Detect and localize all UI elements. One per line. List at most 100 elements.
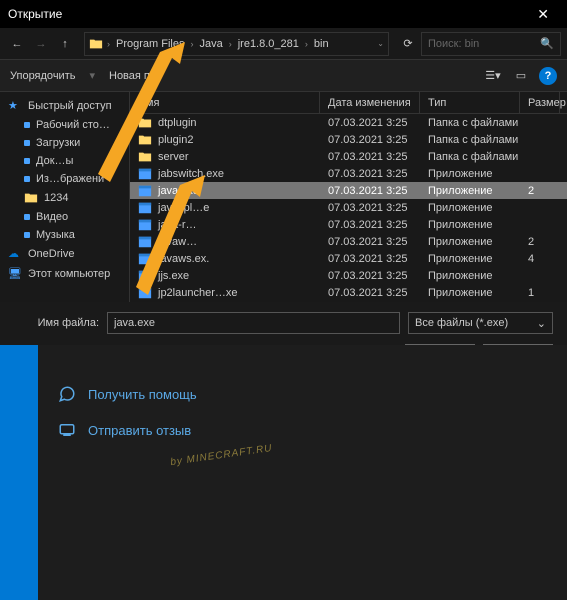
app-icon: [138, 235, 152, 249]
folder-icon: [138, 150, 152, 164]
chevron-right-icon: ›: [190, 39, 193, 49]
organize-menu[interactable]: Упорядочить: [10, 70, 75, 82]
col-name[interactable]: Имя: [130, 92, 320, 113]
file-date: 07.03.2021 3:25: [320, 219, 420, 231]
sidebar-item[interactable]: Музыка: [0, 226, 129, 244]
bullet-icon: [24, 122, 30, 128]
breadcrumb-item[interactable]: Program Files: [114, 38, 186, 50]
file-name: java-r…: [158, 219, 197, 231]
close-icon[interactable]: ✕: [527, 2, 559, 27]
chevron-down-icon[interactable]: ⌄: [377, 39, 384, 48]
filename-label: Имя файла:: [14, 317, 99, 329]
filter-value: Все файлы (*.exe): [415, 317, 508, 329]
sidebar-label: Видео: [36, 211, 68, 223]
back-icon[interactable]: ←: [6, 33, 28, 55]
bullet-icon: [24, 214, 30, 220]
file-name: javacpl…e: [158, 202, 209, 214]
sidebar-item[interactable]: Док…ы: [0, 152, 129, 170]
sidebar-item[interactable]: ★Быстрый доступ: [0, 96, 129, 116]
file-type: Приложение: [420, 287, 520, 299]
file-date: 07.03.2021 3:25: [320, 287, 420, 299]
file-date: 07.03.2021 3:25: [320, 151, 420, 163]
forward-icon[interactable]: →: [30, 33, 52, 55]
sidebar-item[interactable]: Видео: [0, 208, 129, 226]
pc-icon: 🖥: [8, 267, 22, 281]
sidebar-item[interactable]: ☁OneDrive: [0, 244, 129, 264]
chevron-down-icon: ⌄: [537, 317, 546, 330]
start-strip: [0, 345, 38, 600]
sidebar-label: Док…ы: [36, 155, 73, 167]
lower-panel: Получить помощь Отправить отзыв: [0, 345, 567, 600]
lower-main: Получить помощь Отправить отзыв: [38, 345, 567, 600]
file-date: 07.03.2021 3:25: [320, 236, 420, 248]
file-name: javaws.ex.: [158, 253, 209, 265]
sidebar-item[interactable]: Загрузки: [0, 134, 129, 152]
sidebar-item[interactable]: 1234: [0, 188, 129, 208]
sidebar-item[interactable]: Рабочий сто…: [0, 116, 129, 134]
feedback-icon: [58, 421, 76, 439]
chevron-right-icon: ›: [305, 39, 308, 49]
file-row[interactable]: javaw…07.03.2021 3:25Приложение2: [130, 233, 567, 250]
app-icon: [138, 184, 152, 198]
refresh-icon[interactable]: ⟳: [397, 37, 419, 50]
breadcrumb-item[interactable]: jre1.8.0_281: [236, 38, 301, 50]
file-row[interactable]: server07.03.2021 3:25Папка с файлами: [130, 148, 567, 165]
sidebar-label: Из…бражени: [36, 173, 104, 185]
feedback-link[interactable]: Отправить отзыв: [58, 421, 547, 439]
newfolder-button[interactable]: Новая пап: [109, 70, 162, 82]
filename-input[interactable]: [107, 312, 400, 334]
up-icon[interactable]: ↑: [54, 33, 76, 55]
view-preview-icon[interactable]: ▭: [511, 67, 531, 85]
file-date: 07.03.2021 3:25: [320, 202, 420, 214]
titlebar: Открытие ✕: [0, 0, 567, 28]
file-name: javaw…: [158, 236, 197, 248]
file-row[interactable]: jabswitch.exe07.03.2021 3:25Приложение: [130, 165, 567, 182]
folder-icon: [24, 191, 38, 205]
sidebar-item[interactable]: 🖥Этот компьютер: [0, 264, 129, 284]
help-icon[interactable]: ?: [539, 67, 557, 85]
window-title: Открытие: [8, 7, 62, 21]
sidebar-label: Быстрый доступ: [28, 100, 112, 112]
file-date: 07.03.2021 3:25: [320, 270, 420, 282]
folder-icon: [138, 116, 152, 130]
file-date: 07.03.2021 3:25: [320, 134, 420, 146]
file-type: Приложение: [420, 202, 520, 214]
col-date[interactable]: Дата изменения: [320, 92, 420, 113]
breadcrumb-item[interactable]: Java: [197, 38, 224, 50]
breadcrumb-item[interactable]: bin: [312, 38, 331, 50]
app-icon: [138, 286, 152, 300]
sidebar-item[interactable]: Из…бражени: [0, 170, 129, 188]
chevron-down-icon: ▾: [89, 69, 95, 82]
file-row[interactable]: jjs.exe 07.03.2021 3:25Приложение: [130, 267, 567, 284]
search-input[interactable]: Поиск: bin 🔍: [421, 32, 561, 56]
search-icon: 🔍: [540, 37, 554, 50]
file-row[interactable]: java-r…07.03.2021 3:25Приложение: [130, 216, 567, 233]
bullet-icon: [24, 158, 30, 164]
file-row[interactable]: dtplugin07.03.2021 3:25Папка с файлами: [130, 114, 567, 131]
file-row[interactable]: javacpl…e 07.03.2021 3:25Приложение: [130, 199, 567, 216]
file-row[interactable]: jp2launcher…xe07.03.2021 3:25Приложение1: [130, 284, 567, 301]
view-list-icon[interactable]: ☰▾: [483, 67, 503, 85]
filter-select[interactable]: Все файлы (*.exe) ⌄: [408, 312, 553, 334]
col-type[interactable]: Тип: [420, 92, 520, 113]
sidebar-label: Загрузки: [36, 137, 80, 149]
file-date: 07.03.2021 3:25: [320, 253, 420, 265]
file-type: Приложение: [420, 270, 520, 282]
help-link[interactable]: Получить помощь: [58, 385, 547, 403]
file-row[interactable]: java.exe07.03.2021 3:25Приложение2: [130, 182, 567, 199]
file-name: jjs.exe: [158, 270, 189, 282]
breadcrumb[interactable]: › Program Files › Java › jre1.8.0_281 › …: [84, 32, 389, 56]
file-date: 07.03.2021 3:25: [320, 117, 420, 129]
file-size: 4: [520, 253, 560, 265]
file-name: jp2launcher…xe: [158, 287, 238, 299]
app-icon: [138, 252, 152, 266]
file-type: Папка с файлами: [420, 117, 520, 129]
col-size[interactable]: Размер: [520, 92, 560, 113]
sidebar: ★Быстрый доступРабочий сто… Загрузки Док…ы…: [0, 92, 130, 302]
file-row[interactable]: javaws.ex.07.03.2021 3:25Приложение4: [130, 250, 567, 267]
bullet-icon: [24, 140, 30, 146]
speech-icon: [58, 385, 76, 403]
chevron-right-icon: ›: [107, 39, 110, 49]
file-name: server: [158, 151, 189, 163]
file-row[interactable]: plugin207.03.2021 3:25Папка с файлами: [130, 131, 567, 148]
